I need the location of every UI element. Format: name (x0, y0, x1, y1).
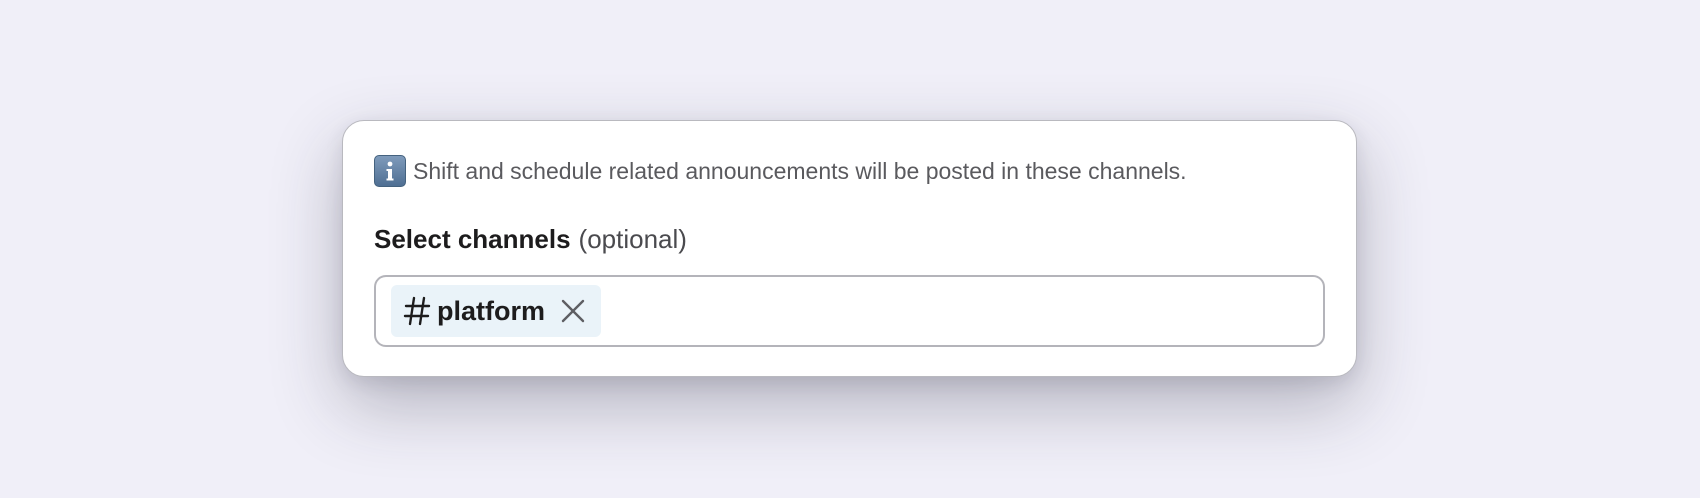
field-label: Select channels (optional) (374, 221, 687, 257)
optional-label: (optional) (578, 223, 687, 254)
channel-settings-card: Shift and schedule related announcements… (342, 120, 1357, 377)
channel-name: platform (437, 295, 545, 326)
field-label-text: Select channels (374, 223, 571, 254)
info-message: Shift and schedule related announcements… (374, 155, 1187, 187)
info-text: Shift and schedule related announcements… (413, 157, 1187, 184)
selected-channel-chip[interactable]: platform (391, 285, 601, 337)
hash-icon (403, 296, 431, 326)
channel-select-input[interactable]: platform (374, 275, 1325, 347)
info-icon (374, 155, 406, 187)
close-icon[interactable] (559, 297, 587, 325)
